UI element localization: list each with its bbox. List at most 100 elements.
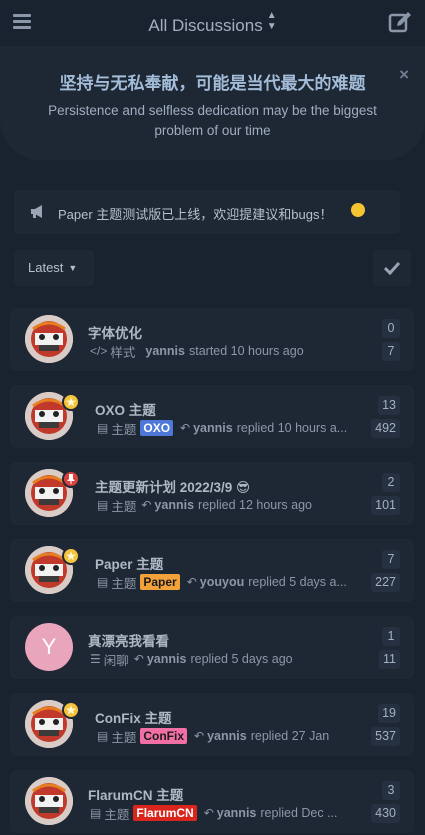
discussion-meta: ▤ 主题 Paper ↶ youyou replied 5 days a... (97, 573, 347, 591)
reply-icon: ↶ (203, 806, 214, 820)
tag-badge[interactable]: ☰ 闲聊 (90, 650, 131, 669)
activity-text: replied 10 hours a... (236, 421, 348, 435)
star-badge-icon (62, 701, 80, 719)
unread-count: 7 (382, 550, 400, 569)
discussion-item[interactable]: 主题更新计划 2022/3/9 😎 ▤ 主题 ↶ yannis replied 12 ho… (10, 462, 414, 525)
discussion-item[interactable]: Y 真漂亮我看看 ☰ 闲聊 ↶ yannis replied 5 days ago 1 11 (10, 616, 414, 679)
megaphone-icon (31, 205, 42, 218)
discussion-title[interactable]: OXO 主题 (95, 399, 156, 419)
tag-name: 样式 (110, 345, 136, 360)
code-icon: </> (90, 344, 108, 358)
reply-count: 7 (382, 342, 400, 361)
username[interactable]: youyou (200, 575, 244, 589)
caret-down-icon: ▼ (68, 263, 78, 273)
unread-count: 0 (382, 319, 400, 338)
discussion-title[interactable]: 真漂亮我看看 (88, 630, 169, 650)
discussion-item[interactable]: ConFix 主题 ▤ 主题 ConFix ↶ yannis replied 27 Jan 1… (10, 693, 414, 756)
tag-name: 主题 (111, 499, 137, 514)
stripes-icon: ▤ (97, 498, 109, 512)
reply-icon: ↶ (186, 575, 197, 589)
discussion-meta: </> 样式 yannis started 10 hours ago (90, 342, 304, 360)
discussion-meta: ▤ 主题 FlarumCN ↶ yannis replied Dec ... (90, 804, 338, 822)
discussion-title[interactable]: Paper 主题 (95, 553, 163, 573)
unread-count: 1 (382, 627, 400, 646)
reply-icon: ↶ (180, 421, 191, 435)
username[interactable]: yannis (154, 498, 194, 512)
announcement-notice: Paper 主题测试版已上线，欢迎提建议和bugs！ (14, 190, 400, 234)
activity-text: replied 27 Jan (250, 729, 330, 743)
tag-name: 主题 (111, 730, 137, 745)
face-emoji-icon (351, 203, 365, 217)
compose-button[interactable] (387, 10, 413, 36)
stripes-icon: ▤ (97, 421, 109, 435)
reply-count: 492 (371, 419, 400, 438)
check-icon (384, 261, 400, 275)
reply-count: 537 (371, 727, 400, 746)
username[interactable]: yannis (145, 344, 185, 358)
top-bar: All Discussions▲ ▼ (0, 0, 425, 46)
discussion-item[interactable]: 字体优化 </> 样式 yannis started 10 hours ago 0 7 (10, 308, 414, 371)
sort-dropdown[interactable]: Latest ▼ (14, 250, 94, 286)
star-badge-icon (62, 547, 80, 565)
tag-name: 主题 (111, 422, 137, 437)
tag-badge[interactable]: ▤ 主题 (97, 573, 138, 592)
discussion-title[interactable]: ConFix 主题 (95, 707, 172, 727)
discussions-filter-dropdown[interactable]: All Discussions▲ ▼ (0, 10, 425, 36)
activity-text: replied 5 days ago (190, 652, 293, 666)
username[interactable]: yannis (193, 421, 233, 435)
tag-label[interactable]: Paper (140, 574, 180, 590)
mark-all-read-button[interactable] (373, 250, 411, 286)
pin-badge-icon (62, 470, 80, 488)
welcome-hero: × 坚持与无私奉献，可能是当代最大的难题 Persistence and sel… (0, 46, 425, 160)
activity-text: replied 5 days a... (248, 575, 347, 589)
tag-label[interactable]: OXO (140, 420, 174, 436)
discussion-title[interactable]: FlarumCN 主题 (88, 784, 183, 804)
sort-label: Latest (28, 260, 64, 275)
avatar[interactable] (25, 777, 73, 825)
reply-icon: ↶ (141, 498, 152, 512)
discussion-title[interactable]: 字体优化 (88, 322, 142, 342)
tag-name: 主题 (111, 576, 137, 591)
sort-caret-icon: ▲ ▼ (266, 10, 277, 32)
reply-count: 430 (371, 804, 400, 823)
discussion-title[interactable]: 主题更新计划 2022/3/9 😎 (95, 476, 250, 496)
discussion-meta: ☰ 闲聊 ↶ yannis replied 5 days ago (90, 650, 293, 668)
discussion-meta: ▤ 主题 OXO ↶ yannis replied 10 hours a... (97, 419, 347, 437)
reply-count: 227 (371, 573, 400, 592)
discussion-item[interactable]: FlarumCN 主题 ▤ 主题 FlarumCN ↶ yannis replied Dec… (10, 770, 414, 833)
tag-badge[interactable]: ▤ 主题 (97, 419, 138, 438)
discussion-meta: ▤ 主题 ConFix ↶ yannis replied 27 Jan (97, 727, 329, 745)
tag-label[interactable]: FlarumCN (133, 805, 197, 821)
unread-count: 2 (382, 473, 400, 492)
avatar[interactable]: Y (25, 623, 73, 671)
activity-text: replied 12 hours ago (198, 498, 313, 512)
tag-badge[interactable]: </> 样式 (90, 342, 137, 361)
pencil-square-icon (388, 12, 411, 33)
hero-subtitle: Persistence and selfless dedication may … (48, 103, 377, 138)
tag-badge[interactable]: ▤ 主题 (97, 496, 138, 515)
unread-count: 3 (382, 781, 400, 800)
tag-badge[interactable]: ▤ 主题 (90, 804, 131, 823)
notice-text: Paper 主题测试版已上线，欢迎提建议和bugs！ (58, 207, 333, 222)
chat-icon: ☰ (90, 652, 101, 666)
tag-name: 闲聊 (103, 653, 129, 668)
reply-count: 101 (371, 496, 400, 515)
star-badge-icon (62, 393, 80, 411)
avatar[interactable] (25, 315, 73, 363)
reply-count: 11 (379, 650, 400, 669)
tag-badge[interactable]: ▤ 主题 (97, 727, 138, 746)
discussion-item[interactable]: OXO 主题 ▤ 主题 OXO ↶ yannis replied 10 hours a...… (10, 385, 414, 448)
reply-icon: ↶ (194, 729, 205, 743)
discussion-item[interactable]: Paper 主题 ▤ 主题 Paper ↶ youyou replied 5 days a.… (10, 539, 414, 602)
activity-text: replied Dec ... (260, 806, 338, 820)
username[interactable]: yannis (217, 806, 257, 820)
unread-count: 13 (378, 396, 400, 415)
username[interactable]: yannis (207, 729, 247, 743)
stripes-icon: ▤ (97, 575, 109, 589)
page-title: All Discussions (148, 16, 263, 35)
tag-label[interactable]: ConFix (140, 728, 188, 744)
username[interactable]: yannis (147, 652, 187, 666)
discussion-meta: ▤ 主题 ↶ yannis replied 12 hours ago (97, 496, 312, 514)
activity-text: started 10 hours ago (188, 344, 304, 358)
tag-name: 主题 (104, 807, 130, 822)
